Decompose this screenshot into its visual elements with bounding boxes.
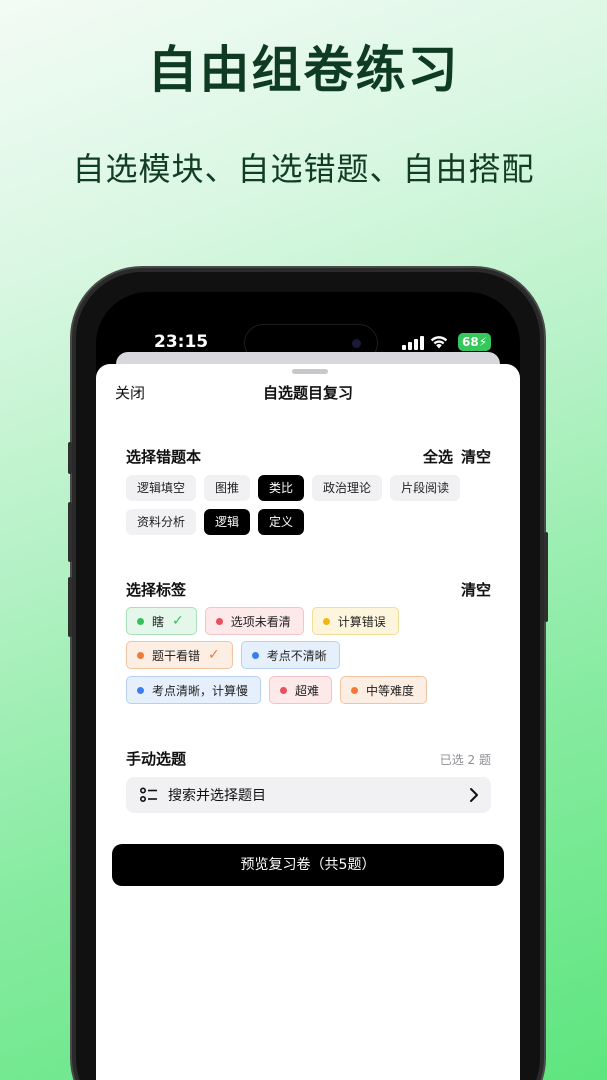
tag-label: 考点不清晰 <box>266 648 327 663</box>
selected-count: 已选 2 题 <box>439 753 491 767</box>
checkmark-icon: ✓ <box>208 647 220 663</box>
tag-chip[interactable]: 中等难度 <box>340 676 428 704</box>
tag-color-dot <box>215 617 223 625</box>
promo-subtitle: 自选模块、自选错题、自由搭配 <box>72 150 535 188</box>
wifi-icon <box>430 336 448 349</box>
search-select-row[interactable]: 搜索并选择题目 <box>126 777 491 813</box>
notebook-chip-selected[interactable]: 定义 <box>258 509 305 535</box>
tag-color-dot <box>137 651 144 659</box>
power-button <box>544 532 548 622</box>
tag-chip[interactable]: 考点清晰，计算慢 <box>126 676 262 704</box>
tag-label: 超难 <box>295 683 320 698</box>
tag-chip-checked[interactable]: 瞎 ✓ <box>126 607 197 635</box>
preview-review-button[interactable]: 预览复习卷（共5题） <box>112 844 504 886</box>
tag-label: 瞎 <box>152 614 165 629</box>
tag-row: 瞎 ✓ 选项未看清 计算错误 <box>126 607 399 635</box>
notebook-chip[interactable]: 政治理论 <box>312 475 383 501</box>
charging-icon: ⚡ <box>478 335 488 349</box>
promo-title: 自由组卷练习 <box>147 41 460 99</box>
notebook-chip[interactable]: 图推 <box>204 475 251 501</box>
notebook-chip[interactable]: 逻辑填空 <box>126 475 197 501</box>
notebook-chip-row: 资料分析 逻辑 定义 <box>126 509 305 535</box>
tag-label: 考点清晰，计算慢 <box>152 683 249 698</box>
tag-color-dot <box>137 617 144 625</box>
tag-chip[interactable]: 考点不清晰 <box>240 641 340 669</box>
notebook-clear-button[interactable]: 清空 <box>461 446 491 467</box>
tag-color-dot <box>251 651 259 659</box>
list-icon <box>140 787 157 802</box>
tag-label: 计算错误 <box>337 614 386 629</box>
camera-icon <box>352 339 361 348</box>
sheet-grabber[interactable] <box>292 369 328 374</box>
phone-screen: 23:15 68⚡ 关闭 自选题目复习 选择错题本 全选 清空 逻辑填空 图推 … <box>96 292 520 1080</box>
tag-chip[interactable]: 计算错误 <box>311 607 399 635</box>
tag-clear-button[interactable]: 清空 <box>461 579 491 600</box>
sheet-title: 自选题目复习 <box>262 384 353 402</box>
tag-label: 题干看错 <box>152 648 201 663</box>
battery-indicator: 68⚡ <box>458 333 492 351</box>
notebook-chip-selected[interactable]: 逻辑 <box>204 509 251 535</box>
status-time: 23:15 <box>154 332 209 352</box>
volume-up-button <box>68 502 72 562</box>
phone-frame: 23:15 68⚡ 关闭 自选题目复习 选择错题本 全选 清空 逻辑填空 图推 … <box>68 268 548 1080</box>
tag-color-dot <box>137 686 144 694</box>
mute-switch <box>68 442 72 474</box>
tag-label: 中等难度 <box>366 683 415 698</box>
tag-color-dot <box>280 686 288 694</box>
battery-level: 68 <box>462 335 479 349</box>
tag-row: 考点清晰，计算慢 超难 中等难度 <box>126 676 428 704</box>
tag-chip[interactable]: 超难 <box>269 676 333 704</box>
tag-color-dot <box>322 617 330 625</box>
review-sheet: 关闭 自选题目复习 选择错题本 全选 清空 逻辑填空 图推 类比 政治理论 片段… <box>96 364 520 1080</box>
tag-label: 选项未看清 <box>230 614 291 629</box>
signal-icon <box>402 336 424 350</box>
select-all-button[interactable]: 全选 <box>423 446 453 467</box>
tag-chip-checked[interactable]: 题干看错 ✓ <box>126 641 233 669</box>
tag-chip[interactable]: 选项未看清 <box>204 607 304 635</box>
notebook-chip[interactable]: 片段阅读 <box>390 475 461 501</box>
tag-color-dot <box>351 686 359 694</box>
notebook-chip-row: 逻辑填空 图推 类比 政治理论 片段阅读 <box>126 475 461 501</box>
notebook-section-title: 选择错题本 <box>126 448 202 466</box>
volume-down-button <box>68 577 72 637</box>
manual-section-title: 手动选题 <box>126 750 187 768</box>
notebook-chip-selected[interactable]: 类比 <box>258 475 305 501</box>
checkmark-icon: ✓ <box>172 613 184 629</box>
notebook-chip[interactable]: 资料分析 <box>126 509 197 535</box>
tag-row: 题干看错 ✓ 考点不清晰 <box>126 641 340 669</box>
chevron-right-icon <box>470 788 478 802</box>
search-select-label: 搜索并选择题目 <box>168 788 266 804</box>
tag-section-title: 选择标签 <box>126 581 187 599</box>
